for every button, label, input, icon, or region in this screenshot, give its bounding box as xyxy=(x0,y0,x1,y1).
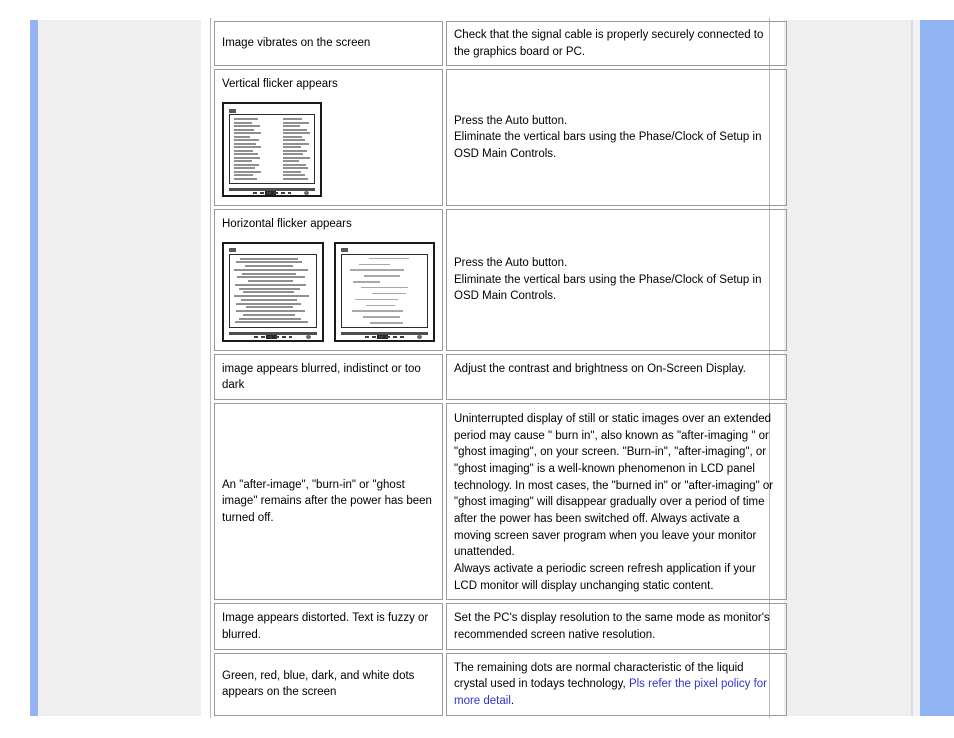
monitor-titlebar-icon xyxy=(229,248,317,253)
symptom-text: An "after-image", "burn-in" or "ghost im… xyxy=(222,478,432,525)
monitor-screen xyxy=(229,253,317,328)
solution-text: Set the PC's display resolution to the s… xyxy=(454,612,770,642)
solution-cell: Check that the signal cable is properly … xyxy=(446,21,787,67)
symptom-cell: Image vibrates on the screen xyxy=(214,21,443,67)
symptom-text: Image vibrates on the screen xyxy=(222,37,371,50)
horizontal-bars-distorted xyxy=(234,257,312,324)
symptom-text: Green, red, blue, dark, and white dots a… xyxy=(222,669,415,699)
table-row: Horizontal flicker appears Press the Aut… xyxy=(214,209,787,351)
symptom-cell: Vertical flicker appears xyxy=(214,69,443,207)
monitor-horizontal-flicker-bad-figure xyxy=(222,241,324,342)
solution-cell: Press the Auto button. Eliminate the ver… xyxy=(446,69,787,207)
figure-row xyxy=(222,102,435,198)
vertical-bar-column-left xyxy=(234,118,262,180)
left-sidebar-panel xyxy=(38,20,201,716)
figure-row xyxy=(222,241,435,342)
content-area: Image vibrates on the screen Check that … xyxy=(210,18,787,718)
right-sidebar-panel xyxy=(784,20,911,716)
horizontal-bars-clean xyxy=(346,257,424,324)
right-accent-stripe xyxy=(920,20,954,716)
monitor-screen xyxy=(229,114,315,185)
symptom-cell: Green, red, blue, dark, and white dots a… xyxy=(214,652,443,716)
solution-cell: Set the PC's display resolution to the s… xyxy=(446,603,787,650)
table-row: An "after-image", "burn-in" or "ghost im… xyxy=(214,403,787,601)
monitor-screen xyxy=(340,253,428,328)
symptom-text: Image appears distorted. Text is fuzzy o… xyxy=(222,611,429,641)
solution-cell: Adjust the contrast and brightness on On… xyxy=(446,353,787,401)
solution-text: Uninterrupted display of still or static… xyxy=(454,413,774,592)
monitor-titlebar-icon xyxy=(229,108,315,113)
solution-text-block: The remaining dots are normal characteri… xyxy=(454,660,779,710)
table-row: Green, red, blue, dark, and white dots a… xyxy=(214,652,787,716)
table-row: Vertical flicker appears Press the Auto … xyxy=(214,69,787,207)
symptom-text: image appears blurred, indistinct or too… xyxy=(222,362,421,392)
solution-text-suffix: . xyxy=(510,695,515,708)
monitor-titlebar-icon xyxy=(340,248,429,253)
troubleshooting-table: Image vibrates on the screen Check that … xyxy=(211,18,790,719)
table-row: image appears blurred, indistinct or too… xyxy=(214,353,787,401)
symptom-text: Horizontal flicker appears xyxy=(222,218,352,231)
solution-cell: Uninterrupted display of still or static… xyxy=(446,403,787,601)
vertical-bar-column-right xyxy=(282,118,310,180)
solution-cell: The remaining dots are normal characteri… xyxy=(446,652,787,716)
monitor-horizontal-flicker-good-figure xyxy=(333,241,435,342)
left-accent-stripe xyxy=(30,20,38,716)
symptom-text: Vertical flicker appears xyxy=(222,78,338,91)
monitor-base xyxy=(340,331,428,339)
symptom-cell: image appears blurred, indistinct or too… xyxy=(214,353,443,401)
solution-cell: Press the Auto button. Eliminate the ver… xyxy=(446,209,787,351)
symptom-cell: Horizontal flicker appears xyxy=(214,209,443,351)
monitor-base xyxy=(229,187,315,196)
right-gap-strip xyxy=(913,20,920,716)
table-row: Image appears distorted. Text is fuzzy o… xyxy=(214,603,787,650)
monitor-vertical-flicker-figure xyxy=(222,102,322,198)
table-row: Image vibrates on the screen Check that … xyxy=(214,21,787,67)
solution-text: Press the Auto button. Eliminate the ver… xyxy=(454,114,762,161)
symptom-cell: An "after-image", "burn-in" or "ghost im… xyxy=(214,403,443,601)
solution-text: Check that the signal cable is properly … xyxy=(454,29,764,58)
vertical-bar-columns xyxy=(234,118,310,180)
solution-text: Adjust the contrast and brightness on On… xyxy=(454,362,746,375)
monitor-base xyxy=(229,331,317,339)
solution-text: Press the Auto button. Eliminate the ver… xyxy=(454,256,762,303)
symptom-cell: Image appears distorted. Text is fuzzy o… xyxy=(214,603,443,650)
